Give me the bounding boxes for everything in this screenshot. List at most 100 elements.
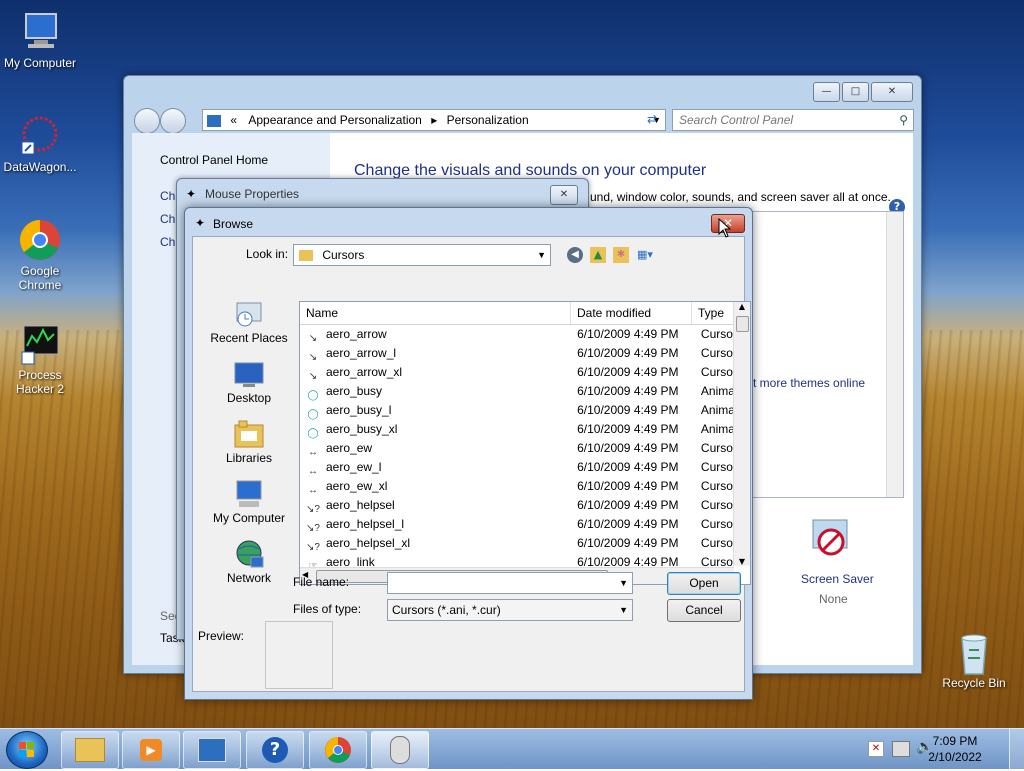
- scroll-down-arrow[interactable]: ▼: [734, 557, 750, 566]
- file-name: aero_ew_l: [326, 460, 382, 474]
- refresh-button[interactable]: ⇄: [642, 109, 662, 129]
- desktop-icon-google-chrome[interactable]: Google Chrome: [0, 218, 80, 292]
- scroll-thumb[interactable]: [736, 316, 749, 332]
- taskbar-help[interactable]: ?: [246, 731, 304, 769]
- screen-saver-label[interactable]: Screen Saver: [801, 572, 874, 586]
- desktop-icon-label: My Computer: [3, 56, 77, 70]
- desktop-icon-datawagon[interactable]: DataWagon...: [0, 114, 80, 174]
- address-bar[interactable]: « Appearance and Personalization ▸ Perso…: [202, 109, 666, 131]
- close-button[interactable]: ✕: [871, 82, 913, 102]
- chevron-down-icon[interactable]: ▼: [619, 573, 628, 593]
- look-in-dropdown[interactable]: Cursors ▼: [293, 244, 551, 266]
- desktop-icon-label: Google Chrome: [18, 264, 62, 292]
- breadcrumb-item[interactable]: Appearance and Personalization: [248, 113, 421, 127]
- themes-scrollbar[interactable]: [886, 212, 903, 497]
- browse-dialog: ✦ Browse ✕ Look in: Cursors ▼ ◀ ▲ ✱ ▦▾ R…: [184, 207, 753, 700]
- chrome-icon: [18, 218, 62, 262]
- file-row[interactable]: ◯ aero_busy_xl 6/10/2009 4:49 PM Anima: [300, 420, 750, 439]
- new-folder-icon[interactable]: ✱: [613, 247, 629, 263]
- place-my-computer[interactable]: My Computer: [207, 479, 291, 539]
- media-player-icon: ▶: [140, 739, 162, 761]
- control-panel-home-link[interactable]: Control Panel Home: [160, 153, 268, 167]
- taskbar-explorer[interactable]: [61, 731, 119, 769]
- place-desktop[interactable]: Desktop: [207, 359, 291, 419]
- file-row[interactable]: ↘? aero_helpsel_l 6/10/2009 4:49 PM Cursor: [300, 515, 750, 534]
- forward-button[interactable]: [160, 108, 186, 134]
- network-icon[interactable]: [892, 741, 910, 757]
- file-row[interactable]: ↘? aero_helpsel 6/10/2009 4:49 PM Cursor: [300, 496, 750, 515]
- taskbar-media-player[interactable]: ▶: [122, 731, 180, 769]
- more-themes-link[interactable]: t more themes online: [753, 376, 865, 390]
- window-title: Mouse Properties: [205, 187, 300, 201]
- action-center-icon[interactable]: ✕: [868, 741, 884, 757]
- cursor-icon: ↔: [308, 465, 318, 477]
- animated-cursor-icon: ◯: [307, 389, 319, 401]
- taskbar-chrome[interactable]: [309, 731, 367, 769]
- dialog-body: Look in: Cursors ▼ ◀ ▲ ✱ ▦▾ Recent Place…: [192, 236, 751, 692]
- desktop-icon-my-computer[interactable]: My Computer: [0, 10, 80, 70]
- page-subtitle: und, window color, sounds, and screen sa…: [590, 190, 891, 204]
- file-name: aero_busy_l: [326, 403, 392, 417]
- left-link[interactable]: Ch: [160, 235, 175, 249]
- place-network[interactable]: Network: [207, 539, 291, 599]
- column-header-date-modified[interactable]: Date modified: [571, 302, 692, 324]
- file-row[interactable]: ↔ aero_ew 6/10/2009 4:49 PM Cursor: [300, 439, 750, 458]
- file-row[interactable]: ↘ aero_arrow_xl 6/10/2009 4:49 PM Cursor: [300, 363, 750, 382]
- file-list[interactable]: Name Date modified Type ↘ aero_arrow 6/10/…: [299, 301, 751, 585]
- file-row[interactable]: ◯ aero_busy_l 6/10/2009 4:49 PM Anima: [300, 401, 750, 420]
- back-icon[interactable]: ◀: [567, 247, 583, 263]
- start-button[interactable]: [6, 731, 48, 769]
- search-input[interactable]: Search Control Panel ⚲: [672, 109, 914, 131]
- file-list-header: Name Date modified Type: [300, 302, 750, 325]
- open-button[interactable]: Open: [667, 572, 741, 595]
- desktop-icon-recycle-bin[interactable]: Recycle Bin: [934, 630, 1014, 690]
- file-date: 6/10/2009 4:49 PM: [577, 536, 679, 550]
- vertical-scrollbar[interactable]: ▲ ▼: [733, 302, 750, 566]
- taskbar-mouse-properties[interactable]: [371, 731, 429, 769]
- computer-icon: [233, 479, 265, 509]
- left-link[interactable]: Ch: [160, 212, 175, 226]
- mouse-icon: [390, 736, 410, 764]
- file-name: aero_busy_xl: [326, 422, 398, 436]
- cursor-icon: ↘?: [306, 522, 320, 534]
- files-of-type-dropdown[interactable]: Cursors (*.ani, *.cur) ▼: [387, 599, 633, 621]
- file-date: 6/10/2009 4:49 PM: [577, 365, 679, 379]
- clock[interactable]: 7:09 PM 2/10/2022: [920, 733, 990, 765]
- maximize-button[interactable]: □: [842, 82, 869, 102]
- file-row[interactable]: ↔ aero_ew_xl 6/10/2009 4:49 PM Cursor: [300, 477, 750, 496]
- desktop-icon-label: Recycle Bin: [942, 676, 1006, 690]
- places-bar: Recent Places Desktop Libraries My Compu…: [207, 299, 291, 599]
- taskbar-control-panel[interactable]: [183, 731, 241, 769]
- mouse-icon: ✦: [186, 187, 197, 201]
- screen-saver-value: None: [819, 592, 848, 606]
- file-name-input[interactable]: ▼: [387, 572, 633, 594]
- desktop-icon-process-hacker[interactable]: Process Hacker 2: [0, 322, 80, 396]
- breadcrumb-item[interactable]: Personalization: [447, 113, 529, 127]
- up-folder-icon[interactable]: ▲: [590, 247, 606, 263]
- control-panel-icon: [207, 114, 221, 127]
- file-row[interactable]: ↘ aero_arrow_l 6/10/2009 4:49 PM Cursor: [300, 344, 750, 363]
- view-menu-icon[interactable]: ▦▾: [637, 247, 663, 263]
- close-button[interactable]: ✕: [550, 185, 578, 205]
- place-libraries[interactable]: Libraries: [207, 419, 291, 479]
- column-header-name[interactable]: Name: [300, 302, 571, 324]
- search-icon[interactable]: ⚲: [899, 110, 908, 130]
- cancel-button[interactable]: Cancel: [667, 599, 741, 622]
- back-button[interactable]: [134, 108, 160, 134]
- minimize-button[interactable]: —: [813, 82, 840, 102]
- file-row[interactable]: ↘? aero_helpsel_xl 6/10/2009 4:49 PM Cursor: [300, 534, 750, 553]
- folder-icon: [75, 738, 105, 762]
- animated-cursor-icon: ◯: [307, 408, 319, 420]
- left-link[interactable]: Ch: [160, 189, 175, 203]
- process-hacker-icon: [18, 322, 62, 366]
- file-row[interactable]: ◯ aero_busy 6/10/2009 4:49 PM Anima: [300, 382, 750, 401]
- show-desktop-button[interactable]: [1009, 729, 1024, 769]
- recent-places-icon: [233, 299, 265, 329]
- scroll-up-arrow[interactable]: ▲: [734, 302, 750, 311]
- place-recent-places[interactable]: Recent Places: [207, 299, 291, 359]
- file-row[interactable]: ↘ aero_arrow 6/10/2009 4:49 PM Cursor: [300, 325, 750, 344]
- file-name: aero_arrow_xl: [326, 365, 403, 379]
- screen-saver-icon[interactable]: [811, 518, 851, 558]
- file-date: 6/10/2009 4:49 PM: [577, 346, 679, 360]
- file-row[interactable]: ↔ aero_ew_l 6/10/2009 4:49 PM Cursor: [300, 458, 750, 477]
